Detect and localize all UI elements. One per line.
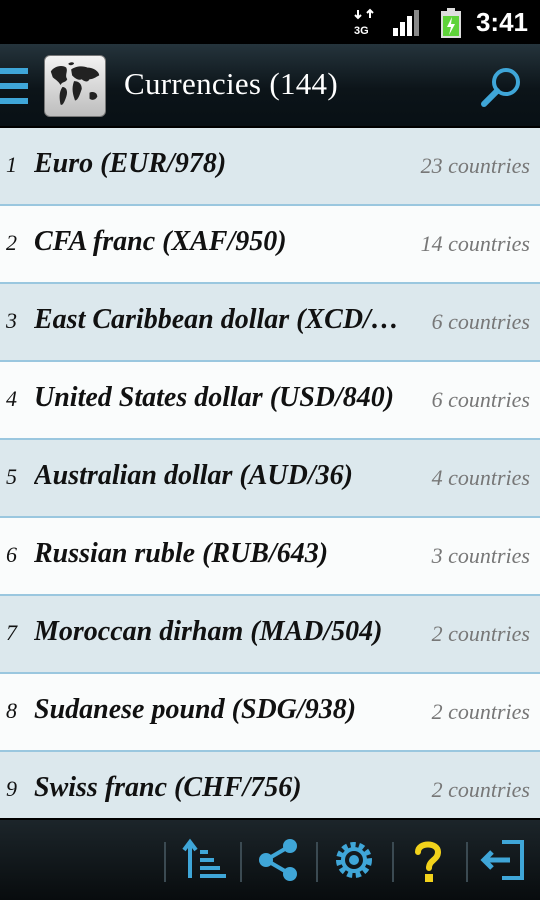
network-3g-icon: 3G	[354, 8, 374, 36]
country-count: 6 countries	[431, 309, 530, 334]
country-count: 2 countries	[431, 777, 530, 802]
world-map-icon	[50, 62, 100, 105]
menu-icon[interactable]	[0, 64, 30, 108]
currency-name: Russian ruble (RUB/643)	[34, 538, 329, 569]
country-count: 3 countries	[431, 543, 530, 568]
status-time: 3:41	[475, 7, 528, 37]
toolbar-divider	[316, 842, 318, 882]
bottom-toolbar	[0, 818, 540, 900]
country-count: 2 countries	[431, 621, 530, 646]
list-item-index: 5	[6, 464, 17, 489]
currency-name: Australian dollar (AUD/36)	[34, 460, 353, 491]
search-icon[interactable]	[478, 64, 526, 112]
status-bar: 3G 3:41	[0, 0, 540, 44]
list-item[interactable]: 4 United States dollar (USD/840) 6 count…	[0, 362, 540, 440]
country-count: 2 countries	[431, 699, 530, 724]
list-item[interactable]: 8 Sudanese pound (SDG/938) 2 countries	[0, 674, 540, 752]
list-item[interactable]: 6 Russian ruble (RUB/643) 3 countries	[0, 518, 540, 596]
currency-name: Sudanese pound (SDG/938)	[34, 694, 357, 725]
settings-icon[interactable]	[330, 836, 378, 884]
list-item-index: 2	[6, 230, 17, 255]
list-item[interactable]: 2 CFA franc (XAF/950) 14 countries	[0, 206, 540, 284]
list-item[interactable]: 7 Moroccan dirham (MAD/504) 2 countries	[0, 596, 540, 674]
list-item-index: 6	[6, 542, 17, 567]
currency-name: East Caribbean dollar (XCD/951)	[34, 304, 410, 335]
toolbar-divider	[164, 842, 166, 882]
list-item[interactable]: 1 Euro (EUR/978) 23 countries	[0, 128, 540, 206]
toolbar-divider	[392, 842, 394, 882]
currency-name: United States dollar (USD/840)	[34, 382, 395, 413]
list-item[interactable]: 5 Australian dollar (AUD/36) 4 countries	[0, 440, 540, 518]
country-count: 4 countries	[431, 465, 530, 490]
list-item-index: 8	[6, 698, 17, 723]
svg-text:3G: 3G	[354, 25, 369, 36]
currency-name: Moroccan dirham (MAD/504)	[34, 616, 383, 647]
currency-name: Swiss franc (CHF/756)	[34, 772, 302, 803]
list-item-index: 7	[6, 620, 17, 645]
signal-icon	[393, 10, 419, 36]
currency-list[interactable]: 1 Euro (EUR/978) 23 countries 2 CFA fran…	[0, 128, 540, 818]
list-item[interactable]: 9 Swiss franc (CHF/756) 2 countries	[0, 752, 540, 818]
help-icon[interactable]	[404, 836, 452, 884]
toolbar-divider	[466, 842, 468, 882]
country-count: 6 countries	[431, 387, 530, 412]
list-item-index: 1	[6, 152, 17, 177]
app-logo[interactable]	[44, 55, 106, 117]
currency-name: Euro (EUR/978)	[34, 148, 227, 179]
currency-name: CFA franc (XAF/950)	[34, 226, 287, 257]
country-count: 14 countries	[420, 231, 530, 256]
page-title: Currencies (144)	[124, 66, 338, 101]
list-item[interactable]: 3 East Caribbean dollar (XCD/951) 6 coun…	[0, 284, 540, 362]
toolbar-divider	[240, 842, 242, 882]
battery-charging-icon	[441, 8, 461, 38]
exit-icon[interactable]	[480, 836, 528, 884]
app-header: Currencies (144)	[0, 44, 540, 128]
list-item-index: 9	[6, 776, 17, 801]
sort-icon[interactable]	[180, 836, 228, 884]
country-count: 23 countries	[420, 153, 530, 178]
share-icon[interactable]	[254, 836, 302, 884]
list-item-index: 3	[6, 308, 17, 333]
list-item-index: 4	[6, 386, 17, 411]
